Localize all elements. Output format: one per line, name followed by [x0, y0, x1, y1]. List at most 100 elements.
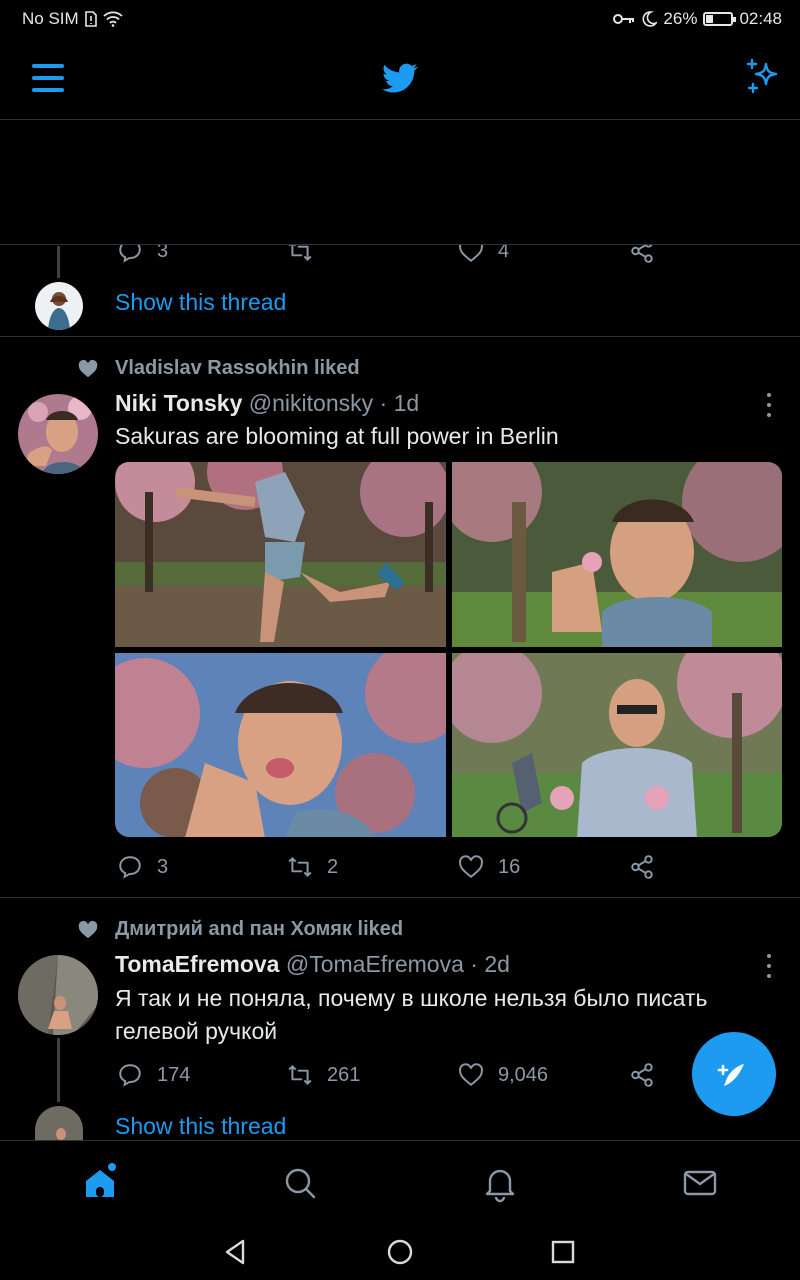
tweet-time: · 2d — [470, 951, 510, 977]
battery-icon — [703, 12, 737, 26]
share-icon — [631, 239, 653, 263]
messages-icon[interactable] — [680, 1163, 720, 1203]
share-button[interactable] — [629, 238, 655, 264]
share-icon — [631, 855, 653, 879]
avatar — [24, 139, 94, 209]
carrier-label: No SIM — [22, 9, 79, 28]
divider — [0, 336, 800, 337]
search-icon[interactable] — [280, 1163, 320, 1203]
author-handle[interactable]: @nikitonsky — [249, 390, 373, 416]
plus-icon: + — [88, 189, 112, 213]
retweet-icon — [288, 1065, 312, 1085]
like-button[interactable]: 9,046 — [458, 1062, 548, 1088]
back-icon[interactable] — [222, 1238, 250, 1266]
author-handle[interactable]: @TomaEfremova — [286, 951, 464, 977]
reply-count: 174 — [157, 1063, 191, 1086]
author-name[interactable]: TomaEfremova — [115, 951, 279, 977]
fleet-java[interactable]: Java 25 java — [120, 133, 210, 239]
retweet-icon — [288, 857, 312, 877]
tweet-author-avatar[interactable] — [18, 394, 98, 474]
fleet-label: Add — [43, 217, 75, 236]
top-app-bar — [0, 38, 800, 120]
share-icon — [631, 1063, 653, 1087]
social-context: Дмитрий and пан Хомяк liked — [77, 918, 403, 941]
photo-4[interactable] — [451, 652, 782, 837]
tweet-text: Я так и не поняла, почему в школе нельзя… — [115, 985, 708, 1044]
like-count: 4 — [498, 239, 510, 262]
like-button[interactable]: 4 — [458, 238, 509, 264]
retweet-button[interactable]: 2 — [287, 854, 338, 880]
reply-button[interactable]: 174 — [117, 1062, 190, 1088]
heart-outline-icon — [459, 239, 483, 262]
home-circle-icon[interactable] — [386, 1238, 414, 1266]
fleets-row: + Add Java 25 java — [0, 121, 800, 245]
notifications-icon[interactable] — [480, 1163, 520, 1203]
reply-button[interactable]: 3 — [117, 238, 168, 264]
coffee-cup-icon — [156, 152, 175, 168]
sim-icon — [84, 11, 97, 27]
divider — [0, 897, 800, 898]
retweet-icon — [288, 241, 312, 261]
share-button[interactable] — [629, 1062, 655, 1088]
liked-by-text: Vladislav Rassokhin liked — [115, 357, 360, 379]
status-left: No SIM — [22, 9, 123, 29]
retweet-button[interactable] — [287, 238, 313, 264]
status-right: 26% 02:48 — [613, 9, 782, 29]
more-options-icon[interactable] — [767, 393, 773, 417]
sparkle-icon[interactable] — [744, 58, 782, 96]
thread-author-avatar[interactable] — [35, 1106, 83, 1140]
media-grid — [115, 462, 782, 837]
status-bar: No SIM 26% 02:48 — [0, 0, 800, 38]
heart-filled-icon — [78, 920, 98, 938]
tweet-header: TomaEfremova @TomaEfremova · 2d — [115, 951, 510, 978]
thread-line — [57, 246, 60, 278]
tweet-author-avatar[interactable] — [18, 955, 98, 1035]
show-thread-link[interactable]: Show this thread — [115, 1113, 286, 1140]
social-context: Vladislav Rassokhin liked — [77, 357, 360, 380]
like-count: 9,046 — [498, 1063, 549, 1086]
home-icon[interactable] — [80, 1163, 120, 1203]
java-logo-sub: 25 — [156, 186, 173, 197]
heart-outline-icon — [459, 1063, 483, 1086]
reply-icon — [119, 1064, 141, 1087]
tweet-text: Sakuras are blooming at full power in Be… — [115, 423, 559, 449]
recents-icon[interactable] — [549, 1238, 577, 1266]
heart-outline-icon — [459, 855, 483, 878]
tweet-time: · 1d — [379, 390, 420, 416]
thread-line — [57, 1038, 60, 1102]
menu-icon[interactable] — [32, 64, 64, 92]
java-logo-text: Java — [148, 167, 182, 185]
thread-author-avatar[interactable] — [35, 282, 83, 330]
author-name[interactable]: Niki Tonsky — [115, 390, 242, 416]
photo-3[interactable] — [115, 652, 446, 837]
fleet-ring: Java 25 — [124, 133, 206, 215]
more-options-icon[interactable] — [767, 954, 773, 978]
compose-feather-icon — [717, 1064, 744, 1086]
system-nav-bar — [0, 1224, 800, 1280]
twitter-bird-icon[interactable] — [382, 60, 418, 96]
photo-1[interactable] — [115, 462, 446, 647]
reply-icon — [119, 240, 141, 263]
reply-icon — [119, 856, 141, 879]
share-button[interactable] — [629, 854, 655, 880]
reply-count: 3 — [157, 239, 169, 262]
photo-2[interactable] — [451, 462, 782, 647]
compose-tweet-button[interactable] — [692, 1032, 776, 1116]
like-count: 16 — [498, 855, 521, 878]
key-icon — [613, 14, 635, 24]
retweet-count: 2 — [327, 855, 339, 878]
retweet-count: 261 — [327, 1063, 361, 1086]
fleet-label: java — [149, 219, 181, 238]
like-button[interactable]: 16 — [458, 854, 520, 880]
java-logo: Java 25 — [131, 140, 199, 208]
retweet-button[interactable]: 261 — [287, 1062, 360, 1088]
bottom-nav — [0, 1140, 800, 1224]
moon-icon — [642, 11, 658, 27]
reply-count: 3 — [157, 855, 169, 878]
reply-button[interactable]: 3 — [117, 854, 168, 880]
clock: 02:48 — [739, 9, 782, 28]
heart-filled-icon — [78, 359, 98, 377]
battery-percent: 26% — [663, 9, 698, 28]
show-thread-link[interactable]: Show this thread — [115, 289, 286, 316]
fleet-add[interactable]: + Add — [14, 133, 112, 237]
